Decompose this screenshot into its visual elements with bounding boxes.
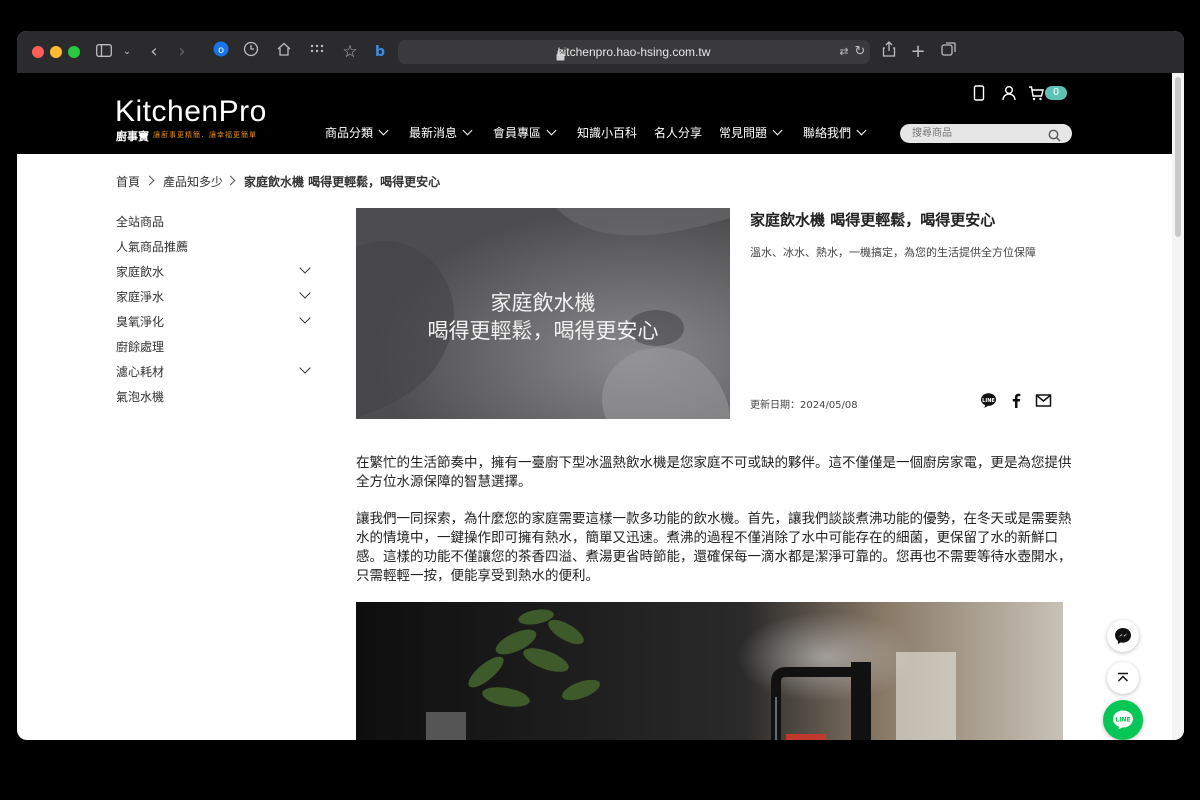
article-subtitle: 溫水、冰水、熱水，一機搞定，為您的生活提供全方位保障 <box>750 246 1036 259</box>
messenger-icon <box>1115 628 1131 644</box>
browser-toolbar: ⌄ ‹ › o ☆ b kitchenpro.hao-hsing.com.tw … <box>17 31 1184 74</box>
svg-text:LINE: LINE <box>982 398 995 404</box>
extension-shield-icon[interactable]: o <box>210 41 232 63</box>
shopping-cart-icon[interactable] <box>1028 85 1046 103</box>
messenger-button[interactable] <box>1107 620 1139 652</box>
nav-members[interactable]: 會員專區 <box>493 125 557 141</box>
sidebar-item-food-waste[interactable]: 廚餘處理 <box>116 338 164 355</box>
address-bar[interactable]: kitchenpro.hao-hsing.com.tw ⇄ ↻ <box>398 40 870 64</box>
email-share-icon[interactable] <box>1035 392 1053 410</box>
search-box <box>900 124 1072 143</box>
back-arrow-icon[interactable]: ‹ <box>143 41 165 63</box>
chevron-down-icon[interactable] <box>299 287 311 299</box>
article-hero-image: 家庭飲水機 喝得更輕鬆，喝得更安心 <box>356 208 730 419</box>
nav-faq[interactable]: 常見問題 <box>719 125 783 141</box>
browser-window: ⌄ ‹ › o ☆ b kitchenpro.hao-hsing.com.tw … <box>17 31 1184 740</box>
search-icon[interactable] <box>1048 127 1061 146</box>
home-icon[interactable] <box>273 41 295 63</box>
chevron-down-icon <box>378 125 389 136</box>
svg-text:LINE: LINE <box>1115 717 1130 724</box>
chevron-down-icon[interactable] <box>299 262 311 274</box>
chevron-down-icon[interactable] <box>299 362 311 374</box>
hero-line-1: 家庭飲水機 <box>490 291 596 315</box>
bookmark-star-icon[interactable]: ☆ <box>339 41 361 63</box>
sidebar-item-popular[interactable]: 人氣商品推薦 <box>116 238 188 255</box>
sidebar-toggle-icon[interactable] <box>93 41 115 63</box>
web-page: KitchenPro 廚事寶 讓廚事更精簡．讓幸福更簡單 商品分類 最新消息 會… <box>17 73 1184 740</box>
sidebar-item-home-purification[interactable]: 家庭淨水 <box>116 288 164 305</box>
user-account-icon[interactable] <box>1001 85 1019 103</box>
nav-celebrity[interactable]: 名人分享 <box>654 125 702 141</box>
chevron-down-icon <box>546 125 557 136</box>
chevron-right-icon <box>144 175 155 186</box>
line-chat-icon: LINE <box>1113 710 1133 730</box>
site-header: KitchenPro 廚事寶 讓廚事更精簡．讓幸福更簡單 商品分類 最新消息 會… <box>17 73 1172 154</box>
article-title: 家庭飲水機 喝得更輕鬆，喝得更安心 <box>750 211 996 229</box>
share-icon[interactable] <box>878 41 900 63</box>
sidebar-item-ozone[interactable]: 臭氧淨化 <box>116 313 164 330</box>
forward-arrow-icon[interactable]: › <box>171 41 193 63</box>
close-window-button[interactable] <box>32 46 44 58</box>
search-input[interactable] <box>912 126 1042 141</box>
page-scrollbar[interactable] <box>1172 73 1184 740</box>
scrollbar-thumb[interactable] <box>1175 77 1181 237</box>
chevron-down-icon[interactable]: ⌄ <box>116 41 138 63</box>
chevron-right-icon <box>225 175 236 186</box>
article-update-date: 更新日期：2024/05/08 <box>750 400 858 411</box>
svg-text:o: o <box>218 45 224 56</box>
grid-apps-icon[interactable] <box>306 41 328 63</box>
nav-knowledge[interactable]: 知識小百科 <box>577 125 637 141</box>
logo-subtitle: 廚事寶 <box>116 130 149 143</box>
chevron-down-icon[interactable] <box>299 312 311 324</box>
site-logo[interactable]: KitchenPro <box>115 97 267 127</box>
facebook-share-icon[interactable] <box>1008 392 1026 410</box>
article-product-photo <box>356 602 1063 740</box>
reload-icon[interactable]: ↻ <box>849 41 871 63</box>
tab-overview-icon[interactable] <box>938 41 960 63</box>
breadcrumb-current: 家庭飲水機 喝得更輕鬆，喝得更安心 <box>244 175 441 189</box>
minimize-window-button[interactable] <box>50 46 62 58</box>
article-paragraph: 讓我們一同探索，為什麼您的家庭需要這樣一款多功能的飲水機。首先，讓我們談談煮沸功… <box>356 511 1072 584</box>
sidebar-item-home-drinking[interactable]: 家庭飲水 <box>116 263 164 280</box>
url-text: kitchenpro.hao-hsing.com.tw <box>557 45 711 59</box>
history-clock-icon[interactable] <box>240 41 262 63</box>
line-share-icon[interactable]: LINE <box>980 392 998 410</box>
new-tab-plus-icon[interactable]: + <box>907 41 929 63</box>
nav-news[interactable]: 最新消息 <box>409 125 473 141</box>
breadcrumb-home[interactable]: 首頁 <box>116 173 140 190</box>
nav-contact[interactable]: 聯絡我們 <box>803 125 867 141</box>
sidebar-item-sparkling[interactable]: 氣泡水機 <box>116 388 164 405</box>
hero-line-2: 喝得更輕鬆，喝得更安心 <box>427 319 659 343</box>
sidebar-item-all-products[interactable]: 全站商品 <box>116 213 164 230</box>
chevron-down-icon <box>772 125 783 136</box>
breadcrumb-category[interactable]: 產品知多少 <box>163 173 223 190</box>
line-chat-button[interactable]: LINE <box>1103 700 1143 740</box>
scroll-to-top-button[interactable] <box>1107 662 1139 694</box>
chevron-down-icon <box>856 125 867 136</box>
logo-tagline: 讓廚事更精簡．讓幸福更簡單 <box>153 131 257 139</box>
nav-products[interactable]: 商品分類 <box>325 125 389 141</box>
bing-icon[interactable]: b <box>369 41 391 63</box>
zoom-window-button[interactable] <box>68 46 80 58</box>
sidebar-item-filters[interactable]: 濾心耗材 <box>116 363 164 380</box>
chevron-down-icon <box>462 125 473 136</box>
cart-count-badge: 0 <box>1045 86 1067 100</box>
mobile-phone-icon[interactable] <box>973 85 991 103</box>
article-paragraph: 在繁忙的生活節奏中，擁有一臺廚下型冰溫熱飲水機是您家庭不可或缺的夥伴。這不僅僅是… <box>356 455 1072 490</box>
arrow-up-icon <box>1117 672 1129 682</box>
